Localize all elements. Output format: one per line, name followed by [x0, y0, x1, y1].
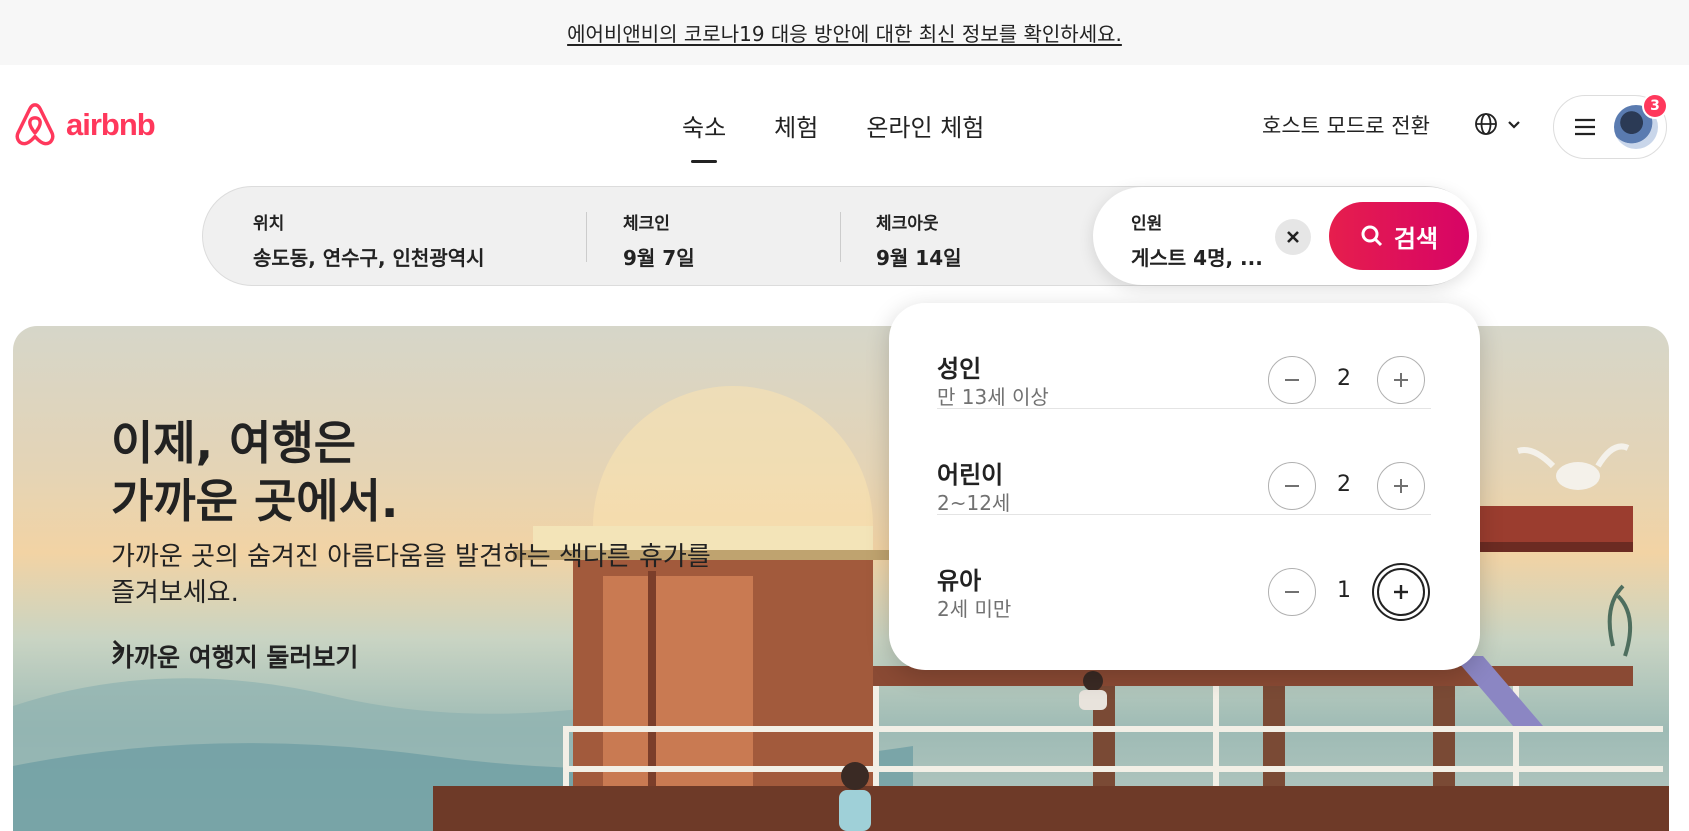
guests-field-text[interactable]: 인원 게스트 4명, ...	[1131, 209, 1263, 271]
minus-icon	[1285, 379, 1299, 381]
children-count: 2	[1337, 472, 1351, 497]
infants-count: 1	[1337, 578, 1351, 603]
children-increase-button[interactable]	[1377, 462, 1425, 510]
switch-to-host-link[interactable]: 호스트 모드로 전환	[1262, 110, 1430, 140]
location-label: 위치	[253, 214, 285, 234]
children-row: 어린이 2~12세 2	[937, 409, 1431, 515]
guests-label: 인원	[1131, 214, 1163, 234]
tab-online-experiences[interactable]: 온라인 체험	[866, 108, 984, 143]
infants-row: 유아 2세 미만 1	[937, 515, 1431, 621]
main-nav: 숙소 체험 온라인 체험	[682, 108, 984, 163]
divider	[840, 212, 841, 262]
adults-desc: 만 13세 이상	[937, 385, 1049, 409]
logo-wordmark: airbnb	[66, 107, 156, 142]
globe-icon	[1475, 113, 1497, 135]
checkout-value: 9월 14일	[876, 246, 962, 270]
explore-nearby-link[interactable]: 가까운 여행지 둘러보기	[111, 638, 358, 674]
minus-icon	[1285, 591, 1299, 593]
tab-experiences[interactable]: 체험	[774, 108, 818, 143]
children-desc: 2~12세	[937, 491, 1011, 515]
chevron-right-icon	[112, 639, 125, 659]
checkout-field[interactable]: 체크아웃 9월 14일	[876, 209, 962, 271]
infants-label: 유아	[937, 567, 982, 595]
user-menu-button[interactable]: 3	[1553, 93, 1668, 159]
airbnb-logo[interactable]: airbnb	[12, 100, 156, 150]
search-button-label: 검색	[1393, 224, 1439, 253]
adults-row: 성인 만 13세 이상 2	[937, 303, 1431, 409]
guests-dropdown: 성인 만 13세 이상 2 어린이 2~12세 2 유아 2세 미만 1	[889, 303, 1480, 670]
covid-banner: 에어비앤비의 코로나19 대응 방안에 대한 최신 정보를 확인하세요.	[0, 0, 1689, 65]
infants-increase-button[interactable]	[1377, 568, 1425, 616]
children-label: 어린이	[937, 461, 1004, 489]
covid-info-link[interactable]: 에어비앤비의 코로나19 대응 방안에 대한 최신 정보를 확인하세요.	[567, 18, 1122, 47]
search-bar: 위치 송도동, 연수구, 인천광역시 체크인 9월 7일 체크아웃 9월 14일…	[202, 186, 1477, 286]
close-icon	[1287, 231, 1299, 243]
airbnb-logo-icon	[15, 103, 55, 146]
chevron-down-icon	[1508, 121, 1520, 129]
location-field[interactable]: 위치 송도동, 연수구, 인천광역시	[253, 209, 485, 271]
minus-icon	[1285, 485, 1299, 487]
clear-guests-button[interactable]	[1275, 219, 1311, 255]
guests-field[interactable]: 인원 게스트 4명, ... 검색	[1093, 187, 1477, 285]
adults-count: 2	[1337, 366, 1351, 391]
hero-title: 이제, 여행은 가까운 곳에서.	[111, 416, 399, 528]
hero-subtitle: 가까운 곳의 숨겨진 아름다움을 발견하는 색다른 휴가를 즐겨보세요.	[111, 542, 711, 608]
search-icon	[1361, 225, 1382, 247]
adults-increase-button[interactable]	[1377, 356, 1425, 404]
checkin-label: 체크인	[623, 214, 670, 234]
checkin-field[interactable]: 체크인 9월 7일	[623, 209, 695, 271]
plus-icon	[1394, 373, 1408, 387]
hamburger-menu-icon	[1575, 118, 1595, 136]
plus-icon	[1394, 479, 1408, 493]
infants-desc: 2세 미만	[937, 597, 1012, 621]
location-value: 송도동, 연수구, 인천광역시	[253, 246, 485, 270]
checkin-value: 9월 7일	[623, 246, 695, 270]
guests-value: 게스트 4명, ...	[1131, 246, 1263, 270]
adults-label: 성인	[937, 355, 982, 383]
explore-nearby-label: 가까운 여행지 둘러보기	[111, 643, 359, 672]
adults-decrease-button[interactable]	[1268, 356, 1316, 404]
divider	[586, 212, 587, 262]
language-selector[interactable]	[1474, 112, 1522, 136]
plus-icon	[1394, 585, 1408, 599]
tab-stays[interactable]: 숙소	[682, 108, 726, 163]
notification-badge: 3	[1642, 93, 1668, 119]
checkout-label: 체크아웃	[876, 214, 939, 234]
infants-decrease-button[interactable]	[1268, 568, 1316, 616]
search-button[interactable]: 검색	[1329, 202, 1469, 270]
children-decrease-button[interactable]	[1268, 462, 1316, 510]
avatar: 3	[1614, 93, 1668, 149]
